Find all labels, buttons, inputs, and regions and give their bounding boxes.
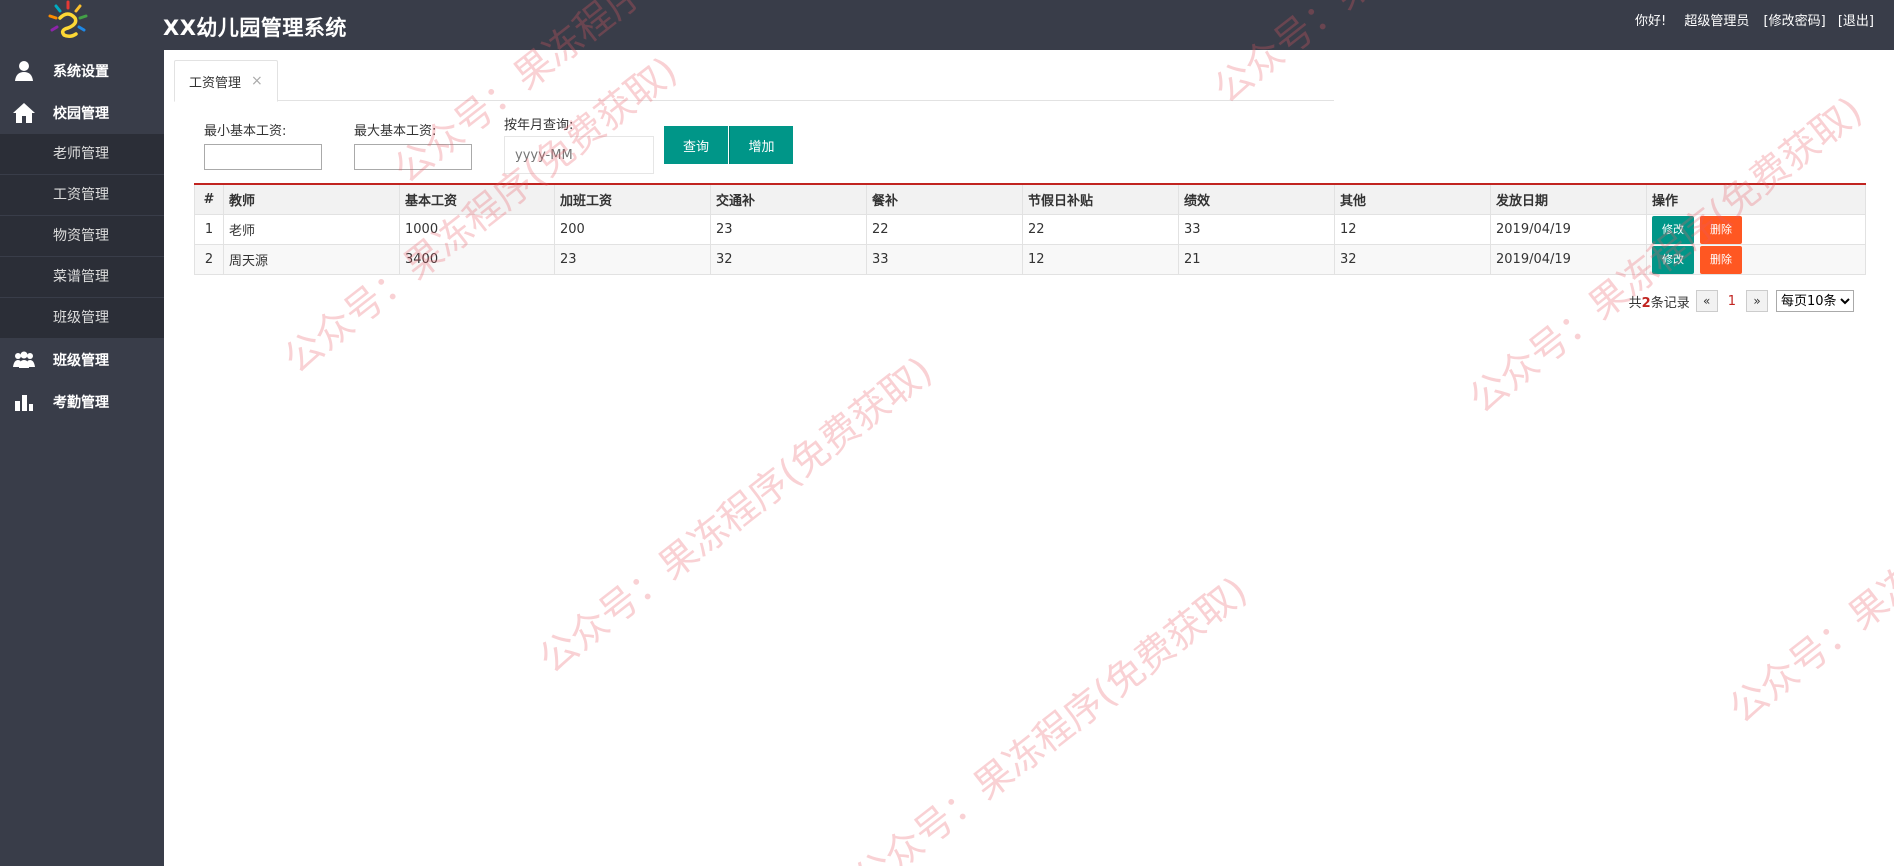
next-page-button[interactable]: » <box>1746 290 1768 312</box>
month-input[interactable] <box>504 136 654 174</box>
logo-icon <box>48 0 88 39</box>
cell-transport: 23 <box>710 214 867 245</box>
page-size-select[interactable]: 每页10条 <box>1776 290 1854 312</box>
column-header: 发放日期 <box>1490 183 1647 215</box>
home-icon <box>12 102 36 124</box>
edit-button[interactable]: 修改 <box>1652 215 1694 244</box>
cell-date: 2019/04/19 <box>1490 214 1647 245</box>
tab-label: 工资管理 <box>189 75 242 91</box>
cell-index: 1 <box>194 214 224 245</box>
app-title: XX幼儿园管理系统 <box>163 16 347 40</box>
table-row: 1 老师 1000 200 23 22 22 33 12 2019/04/19 … <box>194 214 1866 245</box>
cell-base-salary: 3400 <box>399 244 555 275</box>
query-button[interactable]: 查询 <box>664 126 728 164</box>
group-icon <box>12 349 36 371</box>
cell-performance: 21 <box>1178 244 1335 275</box>
month-label: 按年月查询: <box>504 118 574 133</box>
month-field: 按年月查询: <box>504 114 654 174</box>
user-icon <box>12 60 36 82</box>
table-header-row: # 教师 基本工资 加班工资 交通补 餐补 节假日补贴 绩效 其他 发放日期 操… <box>194 183 1866 215</box>
cell-actions: 修改 删除 <box>1646 244 1866 275</box>
sidebar-item-menu[interactable]: 菜谱管理 <box>0 257 164 298</box>
cell-meal: 22 <box>866 214 1023 245</box>
cell-other: 12 <box>1334 214 1491 245</box>
bar-chart-icon <box>12 391 36 413</box>
sidebar-group-label: 班级管理 <box>53 353 109 369</box>
total-records: 共2条记录 <box>1628 295 1690 311</box>
column-header: 绩效 <box>1178 183 1335 215</box>
sidebar-group-attendance[interactable]: 考勤管理 <box>0 381 164 423</box>
search-form: 最小基本工资: 最大基本工资: 按年月查询: 查询 增加 <box>204 118 924 180</box>
sidebar-item-materials[interactable]: 物资管理 <box>0 216 164 257</box>
column-header: # <box>194 183 224 215</box>
current-page[interactable]: 1 <box>1728 294 1736 309</box>
username-text: 超级管理员 <box>1684 14 1750 29</box>
tab-salary[interactable]: 工资管理 × <box>174 60 278 102</box>
cell-holiday: 12 <box>1022 244 1179 275</box>
sidebar-item-teacher[interactable]: 老师管理 <box>0 134 164 175</box>
tab-bar: 工资管理 × <box>174 60 1334 102</box>
max-salary-input[interactable] <box>354 144 472 170</box>
sidebar-group-label: 系统设置 <box>53 64 109 80</box>
table-row: 2 周天源 3400 23 32 33 12 21 32 2019/04/19 … <box>194 244 1866 275</box>
cell-base-salary: 1000 <box>399 214 555 245</box>
salary-table: # 教师 基本工资 加班工资 交通补 餐补 节假日补贴 绩效 其他 发放日期 操… <box>194 183 1866 275</box>
sidebar-group-label: 考勤管理 <box>53 395 109 411</box>
column-header: 餐补 <box>866 183 1023 215</box>
cell-overtime: 23 <box>554 244 711 275</box>
cell-holiday: 22 <box>1022 214 1179 245</box>
sidebar-item-class[interactable]: 班级管理 <box>0 298 164 339</box>
cell-index: 2 <box>194 244 224 275</box>
greeting-text: 你好! <box>1635 14 1667 29</box>
min-salary-input[interactable] <box>204 144 322 170</box>
column-header: 交通补 <box>710 183 867 215</box>
pagination: 共2条记录 « 1 » 每页10条 <box>1629 290 1854 312</box>
cell-actions: 修改 删除 <box>1646 214 1866 245</box>
logout-link[interactable]: [退出] <box>1838 14 1874 29</box>
cell-teacher: 老师 <box>223 214 400 245</box>
add-button[interactable]: 增加 <box>729 126 793 164</box>
cell-other: 32 <box>1334 244 1491 275</box>
cell-transport: 32 <box>710 244 867 275</box>
column-header: 操作 <box>1646 183 1866 215</box>
delete-button[interactable]: 删除 <box>1700 245 1742 274</box>
max-salary-label: 最大基本工资: <box>354 124 437 139</box>
sidebar-item-salary[interactable]: 工资管理 <box>0 175 164 216</box>
cell-performance: 33 <box>1178 214 1335 245</box>
sidebar: 系统设置 校园管理 老师管理 工资管理 物资管理 菜谱管理 班级管理 班级管理 … <box>0 50 164 866</box>
min-salary-field: 最小基本工资: <box>204 120 322 170</box>
cell-meal: 33 <box>866 244 1023 275</box>
user-bar: 你好! 超级管理员 [修改密码] [退出] <box>1635 10 1874 29</box>
top-header: XX幼儿园管理系统 你好! 超级管理员 [修改密码] [退出] <box>0 0 1894 50</box>
main-content: 工资管理 × 最小基本工资: 最大基本工资: 按年月查询: 查询 增加 # 教师… <box>164 50 1894 866</box>
cell-date: 2019/04/19 <box>1490 244 1647 275</box>
column-header: 加班工资 <box>554 183 711 215</box>
column-header: 教师 <box>223 183 400 215</box>
max-salary-field: 最大基本工资: <box>354 120 472 170</box>
sidebar-group-campus[interactable]: 校园管理 <box>0 92 164 134</box>
total-count: 2 <box>1641 295 1651 311</box>
close-icon[interactable]: × <box>251 73 263 89</box>
cell-overtime: 200 <box>554 214 711 245</box>
edit-button[interactable]: 修改 <box>1652 245 1694 274</box>
campus-submenu: 老师管理 工资管理 物资管理 菜谱管理 班级管理 <box>0 134 164 339</box>
column-header: 其他 <box>1334 183 1491 215</box>
sidebar-group-label: 校园管理 <box>53 106 109 122</box>
min-salary-label: 最小基本工资: <box>204 124 287 139</box>
delete-button[interactable]: 删除 <box>1700 215 1742 244</box>
column-header: 基本工资 <box>399 183 555 215</box>
cell-teacher: 周天源 <box>223 244 400 275</box>
prev-page-button[interactable]: « <box>1695 290 1718 312</box>
sidebar-group-system-settings[interactable]: 系统设置 <box>0 50 164 92</box>
change-password-link[interactable]: [修改密码] <box>1764 14 1826 29</box>
sidebar-group-class[interactable]: 班级管理 <box>0 339 164 381</box>
column-header: 节假日补贴 <box>1022 183 1179 215</box>
